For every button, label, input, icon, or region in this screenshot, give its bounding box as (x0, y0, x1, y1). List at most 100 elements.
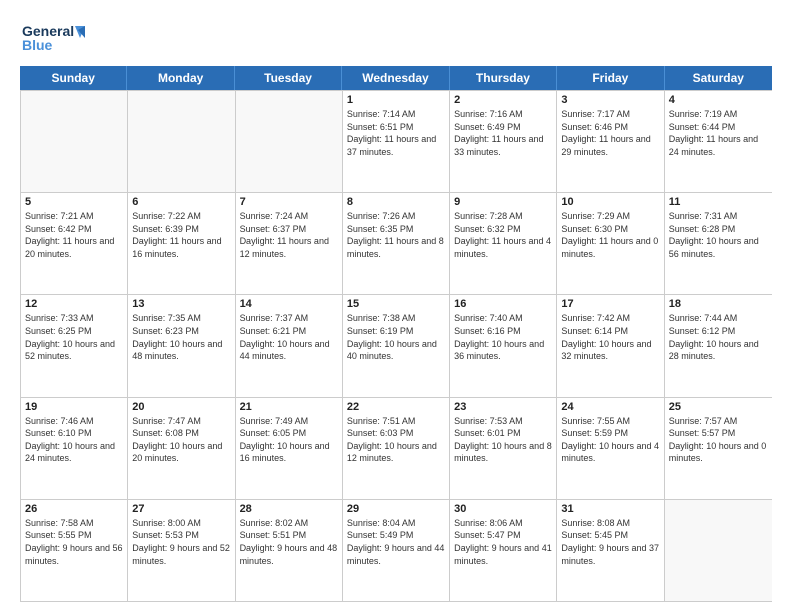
week-row-2: 5 Sunrise: 7:21 AMSunset: 6:42 PMDaylight… (21, 192, 772, 294)
day-number: 17 (561, 298, 659, 310)
calendar-cell: 3 Sunrise: 7:17 AMSunset: 6:46 PMDaylight… (557, 91, 664, 192)
calendar-cell: 6 Sunrise: 7:22 AMSunset: 6:39 PMDaylight… (128, 193, 235, 294)
day-number: 11 (669, 196, 768, 208)
day-number: 8 (347, 196, 445, 208)
logo-icon: General Blue (20, 18, 85, 58)
calendar-cell (236, 91, 343, 192)
day-number: 27 (132, 503, 230, 515)
week-row-3: 12 Sunrise: 7:33 AMSunset: 6:25 PMDayligh… (21, 294, 772, 396)
day-number: 23 (454, 401, 552, 413)
cell-info: Sunrise: 7:47 AMSunset: 6:08 PMDaylight:… (132, 415, 230, 465)
day-number: 29 (347, 503, 445, 515)
calendar-cell: 30 Sunrise: 8:06 AMSunset: 5:47 PMDayligh… (450, 500, 557, 601)
day-number: 1 (347, 94, 445, 106)
day-number: 21 (240, 401, 338, 413)
cell-info: Sunrise: 7:19 AMSunset: 6:44 PMDaylight:… (669, 108, 768, 158)
calendar-cell: 13Sunrise: 7:35 AMSunset: 6:23 PMDayligh… (128, 295, 235, 396)
cell-info: Sunrise: 7:17 AMSunset: 6:46 PMDaylight:… (561, 108, 659, 158)
day-number: 19 (25, 401, 123, 413)
calendar-cell: 16 Sunrise: 7:40 AMSunset: 6:16 PMDayligh… (450, 295, 557, 396)
week-row-1: 1 Sunrise: 7:14 AMSunset: 6:51 PMDaylight… (21, 90, 772, 192)
calendar-cell: 27 Sunrise: 8:00 AMSunset: 5:53 PMDayligh… (128, 500, 235, 601)
day-number: 20 (132, 401, 230, 413)
day-number: 30 (454, 503, 552, 515)
calendar-body: 1 Sunrise: 7:14 AMSunset: 6:51 PMDaylight… (20, 90, 772, 602)
calendar-cell: 18 Sunrise: 7:44 AMSunset: 6:12 PMDayligh… (665, 295, 772, 396)
calendar-cell: 19Sunrise: 7:46 AMSunset: 6:10 PMDayligh… (21, 398, 128, 499)
cell-info: Sunrise: 7:44 AMSunset: 6:12 PMDaylight:… (669, 312, 768, 362)
day-number: 18 (669, 298, 768, 310)
day-number: 4 (669, 94, 768, 106)
cell-info: Sunrise: 7:58 AMSunset: 5:55 PMDaylight:… (25, 517, 123, 567)
cell-info: Sunrise: 7:57 AMSunset: 5:57 PMDaylight:… (669, 415, 768, 465)
calendar-cell: 31Sunrise: 8:08 AMSunset: 5:45 PMDayligh… (557, 500, 664, 601)
header-day-wednesday: Wednesday (342, 66, 449, 90)
cell-info: Sunrise: 7:33 AMSunset: 6:25 PMDaylight:… (25, 312, 123, 362)
calendar-cell: 25 Sunrise: 7:57 AMSunset: 5:57 PMDayligh… (665, 398, 772, 499)
header-day-tuesday: Tuesday (235, 66, 342, 90)
cell-info: Sunrise: 7:22 AMSunset: 6:39 PMDaylight:… (132, 210, 230, 260)
page: General Blue SundayMondayTuesdayWednesda… (0, 0, 792, 612)
cell-info: Sunrise: 7:24 AMSunset: 6:37 PMDaylight:… (240, 210, 338, 260)
cell-info: Sunrise: 8:02 AMSunset: 5:51 PMDaylight:… (240, 517, 338, 567)
header-day-saturday: Saturday (665, 66, 772, 90)
cell-info: Sunrise: 7:14 AMSunset: 6:51 PMDaylight:… (347, 108, 445, 158)
header: General Blue (20, 18, 772, 58)
calendar-cell: 24Sunrise: 7:55 AMSunset: 5:59 PMDayligh… (557, 398, 664, 499)
day-number: 5 (25, 196, 123, 208)
calendar-cell: 12 Sunrise: 7:33 AMSunset: 6:25 PMDayligh… (21, 295, 128, 396)
day-number: 28 (240, 503, 338, 515)
cell-info: Sunrise: 7:37 AMSunset: 6:21 PMDaylight:… (240, 312, 338, 362)
cell-info: Sunrise: 7:31 AMSunset: 6:28 PMDaylight:… (669, 210, 768, 260)
day-number: 15 (347, 298, 445, 310)
day-number: 12 (25, 298, 123, 310)
calendar-cell: 15 Sunrise: 7:38 AMSunset: 6:19 PMDayligh… (343, 295, 450, 396)
cell-info: Sunrise: 8:06 AMSunset: 5:47 PMDaylight:… (454, 517, 552, 567)
calendar-cell: 4 Sunrise: 7:19 AMSunset: 6:44 PMDaylight… (665, 91, 772, 192)
calendar-cell: 28 Sunrise: 8:02 AMSunset: 5:51 PMDayligh… (236, 500, 343, 601)
day-number: 24 (561, 401, 659, 413)
cell-info: Sunrise: 8:00 AMSunset: 5:53 PMDaylight:… (132, 517, 230, 567)
calendar-cell: 29 Sunrise: 8:04 AMSunset: 5:49 PMDayligh… (343, 500, 450, 601)
day-number: 26 (25, 503, 123, 515)
day-number: 16 (454, 298, 552, 310)
calendar-cell: 26 Sunrise: 7:58 AMSunset: 5:55 PMDayligh… (21, 500, 128, 601)
calendar-cell: 14 Sunrise: 7:37 AMSunset: 6:21 PMDayligh… (236, 295, 343, 396)
cell-info: Sunrise: 7:49 AMSunset: 6:05 PMDaylight:… (240, 415, 338, 465)
cell-info: Sunrise: 7:38 AMSunset: 6:19 PMDaylight:… (347, 312, 445, 362)
day-number: 14 (240, 298, 338, 310)
day-number: 6 (132, 196, 230, 208)
logo: General Blue (20, 18, 85, 58)
day-number: 9 (454, 196, 552, 208)
cell-info: Sunrise: 8:04 AMSunset: 5:49 PMDaylight:… (347, 517, 445, 567)
day-number: 25 (669, 401, 768, 413)
header-day-thursday: Thursday (450, 66, 557, 90)
day-number: 7 (240, 196, 338, 208)
day-number: 2 (454, 94, 552, 106)
calendar-cell: 1 Sunrise: 7:14 AMSunset: 6:51 PMDaylight… (343, 91, 450, 192)
header-day-monday: Monday (127, 66, 234, 90)
cell-info: Sunrise: 7:29 AMSunset: 6:30 PMDaylight:… (561, 210, 659, 260)
cell-info: Sunrise: 7:51 AMSunset: 6:03 PMDaylight:… (347, 415, 445, 465)
calendar-cell: 11 Sunrise: 7:31 AMSunset: 6:28 PMDayligh… (665, 193, 772, 294)
calendar: SundayMondayTuesdayWednesdayThursdayFrid… (20, 66, 772, 602)
calendar-cell (21, 91, 128, 192)
calendar-cell: 22Sunrise: 7:51 AMSunset: 6:03 PMDayligh… (343, 398, 450, 499)
calendar-cell: 20 Sunrise: 7:47 AMSunset: 6:08 PMDayligh… (128, 398, 235, 499)
day-number: 31 (561, 503, 659, 515)
calendar-cell: 8 Sunrise: 7:26 AMSunset: 6:35 PMDaylight… (343, 193, 450, 294)
cell-info: Sunrise: 7:21 AMSunset: 6:42 PMDaylight:… (25, 210, 123, 260)
calendar-cell: 21 Sunrise: 7:49 AMSunset: 6:05 PMDayligh… (236, 398, 343, 499)
calendar-cell: 23Sunrise: 7:53 AMSunset: 6:01 PMDayligh… (450, 398, 557, 499)
svg-text:Blue: Blue (22, 37, 53, 53)
day-number: 3 (561, 94, 659, 106)
cell-info: Sunrise: 7:40 AMSunset: 6:16 PMDaylight:… (454, 312, 552, 362)
cell-info: Sunrise: 7:16 AMSunset: 6:49 PMDaylight:… (454, 108, 552, 158)
calendar-cell: 10 Sunrise: 7:29 AMSunset: 6:30 PMDayligh… (557, 193, 664, 294)
day-number: 10 (561, 196, 659, 208)
cell-info: Sunrise: 7:28 AMSunset: 6:32 PMDaylight:… (454, 210, 552, 260)
calendar-cell (128, 91, 235, 192)
calendar-cell: 5 Sunrise: 7:21 AMSunset: 6:42 PMDaylight… (21, 193, 128, 294)
header-day-sunday: Sunday (20, 66, 127, 90)
cell-info: Sunrise: 7:26 AMSunset: 6:35 PMDaylight:… (347, 210, 445, 260)
